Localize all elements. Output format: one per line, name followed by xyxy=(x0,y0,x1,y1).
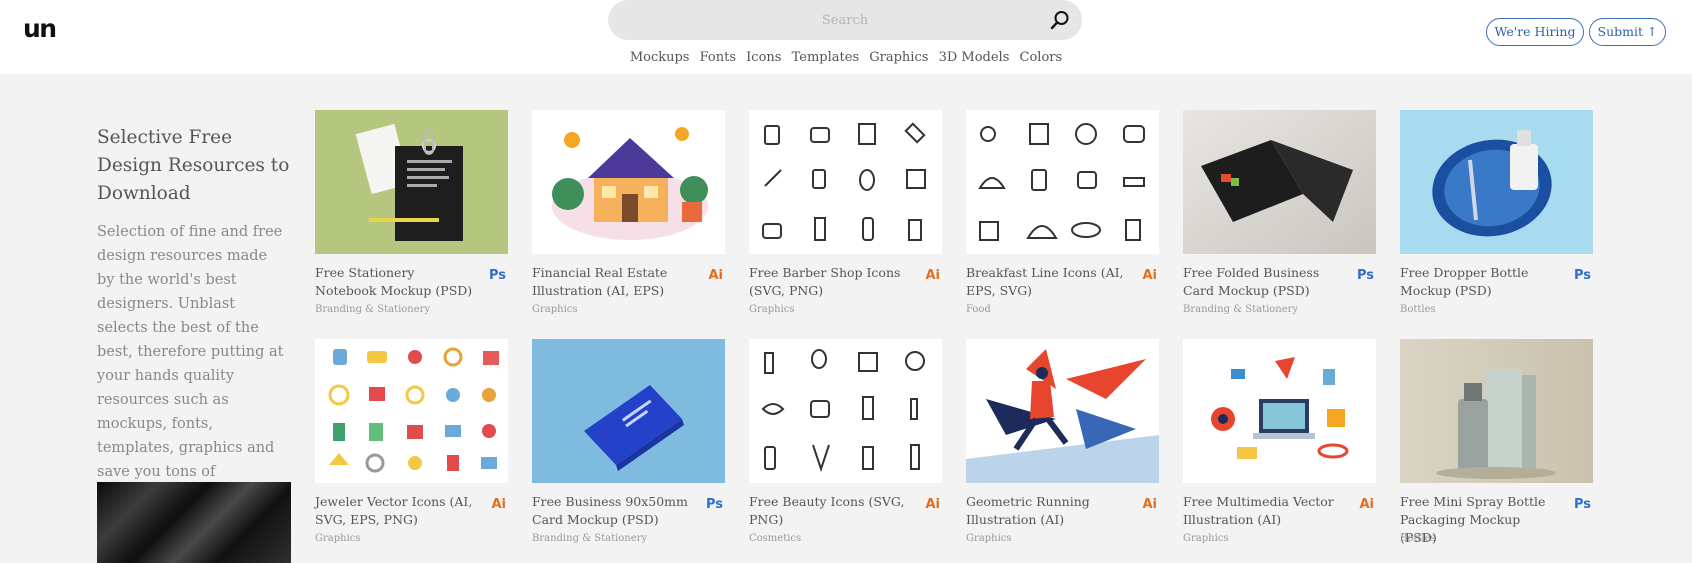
breakfast-icons-image xyxy=(966,110,1159,254)
nav-colors[interactable]: Colors xyxy=(1020,50,1063,65)
photoshop-badge: Ps xyxy=(1573,497,1591,512)
card-thumbnail[interactable] xyxy=(1400,110,1593,254)
nav-templates[interactable]: Templates xyxy=(792,50,860,65)
photoshop-badge: Ps xyxy=(1356,268,1374,283)
illustrator-badge: Ai xyxy=(1142,497,1157,512)
card-title[interactable]: Free Barber Shop Icons (SVG, PNG) xyxy=(749,264,909,300)
card-title[interactable]: Free Stationery Notebook Mockup (PSD) xyxy=(315,264,475,300)
illustrator-badge: Ai xyxy=(708,268,723,283)
intro-title: Selective Free Design Resources to Downl… xyxy=(97,127,290,204)
card-category[interactable]: Branding & Stationery xyxy=(1183,304,1298,315)
card-title[interactable]: Breakfast Line Icons (AI, EPS, SVG) xyxy=(966,264,1126,300)
card-category[interactable]: Graphics xyxy=(315,533,361,544)
card-title[interactable]: Free Dropper Bottle Mockup (PSD) xyxy=(1400,264,1560,300)
illustrator-badge: Ai xyxy=(1142,268,1157,283)
multimedia-illustration-image xyxy=(1183,339,1376,483)
photoshop-badge: Ps xyxy=(488,268,506,283)
photoshop-badge: Ps xyxy=(1573,268,1591,283)
resource-card: Free Barber Shop Icons (SVG, PNG) Ai Gra… xyxy=(749,110,942,315)
card-thumbnail[interactable] xyxy=(749,110,942,254)
card-category[interactable]: Bottles xyxy=(1400,304,1436,315)
card-title[interactable]: Free Business 90x50mm Card Mockup (PSD) xyxy=(532,493,692,529)
card-category[interactable]: Food xyxy=(966,304,991,315)
illustrator-badge: Ai xyxy=(925,268,940,283)
illustrator-badge: Ai xyxy=(491,497,506,512)
card-thumbnail[interactable] xyxy=(532,110,725,254)
card-title[interactable]: Financial Real Estate Illustration (AI, … xyxy=(532,264,692,300)
card-category[interactable]: Graphics xyxy=(1183,533,1229,544)
real-estate-illustration-image xyxy=(532,110,725,254)
site-logo[interactable]: un xyxy=(23,14,57,43)
spray-bottle-mockup-image xyxy=(1400,339,1593,483)
card-category[interactable]: Branding & Stationery xyxy=(532,533,647,544)
card-thumbnail[interactable] xyxy=(1183,339,1376,483)
nav-mockups[interactable]: Mockups xyxy=(630,50,690,65)
card-thumbnail[interactable] xyxy=(966,110,1159,254)
resource-card: Free Stationery Notebook Mockup (PSD) Ps… xyxy=(315,110,508,315)
card-category[interactable]: Branding & Stationery xyxy=(315,304,430,315)
card-thumbnail[interactable] xyxy=(315,110,508,254)
search-input[interactable] xyxy=(608,0,1038,40)
resource-card: Geometric Running Illustration (AI) Ai G… xyxy=(966,339,1159,544)
submit-button[interactable]: Submit ↑ xyxy=(1589,18,1666,46)
nav-graphics[interactable]: Graphics xyxy=(869,50,928,65)
dropper-bottle-mockup-image xyxy=(1400,110,1593,254)
nav-fonts[interactable]: Fonts xyxy=(700,50,736,65)
resource-card: Free Mini Spray Bottle Packaging Mockup … xyxy=(1400,339,1593,545)
card-title[interactable]: Free Folded Business Card Mockup (PSD) xyxy=(1183,264,1343,300)
beauty-icons-image xyxy=(749,339,942,483)
card-thumbnail[interactable] xyxy=(532,339,725,483)
card-title[interactable]: Free Beauty Icons (SVG, PNG) xyxy=(749,493,909,529)
card-title[interactable]: Jeweler Vector Icons (AI, SVG, EPS, PNG) xyxy=(315,493,475,529)
card-thumbnail[interactable] xyxy=(1183,110,1376,254)
card-thumbnail[interactable] xyxy=(1400,339,1593,483)
category-nav: Mockups Fonts Icons Templates Graphics 3… xyxy=(0,50,1692,65)
card-title[interactable]: Geometric Running Illustration (AI) xyxy=(966,493,1126,529)
search-icon[interactable] xyxy=(1048,8,1072,32)
jeweler-icons-image xyxy=(315,339,508,483)
card-thumbnail[interactable] xyxy=(315,339,508,483)
card-thumbnail[interactable] xyxy=(749,339,942,483)
intro-text: Selection of fine and free design resour… xyxy=(97,224,284,504)
barber-icons-image xyxy=(749,110,942,254)
illustrator-badge: Ai xyxy=(925,497,940,512)
resource-card: Free Folded Business Card Mockup (PSD) P… xyxy=(1183,110,1376,315)
running-illustration-image xyxy=(966,339,1159,483)
folded-card-mockup-image xyxy=(1183,110,1376,254)
resource-card: Free Dropper Bottle Mockup (PSD) Ps Bott… xyxy=(1400,110,1593,315)
nav-3d-models[interactable]: 3D Models xyxy=(939,50,1010,65)
resource-card: Free Business 90x50mm Card Mockup (PSD) … xyxy=(532,339,725,544)
card-category[interactable]: Graphics xyxy=(966,533,1012,544)
card-category[interactable]: Bottles xyxy=(1400,533,1436,544)
nav-icons[interactable]: Icons xyxy=(746,50,781,65)
card-category[interactable]: Cosmetics xyxy=(749,533,801,544)
featured-thumbnail[interactable] xyxy=(97,482,291,563)
top-header: un Mockups Fonts Icons Templates Graphic… xyxy=(0,0,1692,74)
card-category[interactable]: Graphics xyxy=(532,304,578,315)
card-thumbnail[interactable] xyxy=(966,339,1159,483)
resource-card: Financial Real Estate Illustration (AI, … xyxy=(532,110,725,315)
were-hiring-button[interactable]: We're Hiring xyxy=(1486,18,1584,46)
card-title[interactable]: Free Multimedia Vector Illustration (AI) xyxy=(1183,493,1343,529)
resource-card: Free Multimedia Vector Illustration (AI)… xyxy=(1183,339,1376,544)
photoshop-badge: Ps xyxy=(705,497,723,512)
illustrator-badge: Ai xyxy=(1359,497,1374,512)
stationery-mockup-image xyxy=(315,110,508,254)
card-category[interactable]: Graphics xyxy=(749,304,795,315)
resource-card: Jeweler Vector Icons (AI, SVG, EPS, PNG)… xyxy=(315,339,508,544)
resource-card: Free Beauty Icons (SVG, PNG) Ai Cosmetic… xyxy=(749,339,942,544)
resource-card: Breakfast Line Icons (AI, EPS, SVG) Ai F… xyxy=(966,110,1159,315)
search-bar xyxy=(608,0,1082,40)
business-card-mockup-image xyxy=(532,339,725,483)
